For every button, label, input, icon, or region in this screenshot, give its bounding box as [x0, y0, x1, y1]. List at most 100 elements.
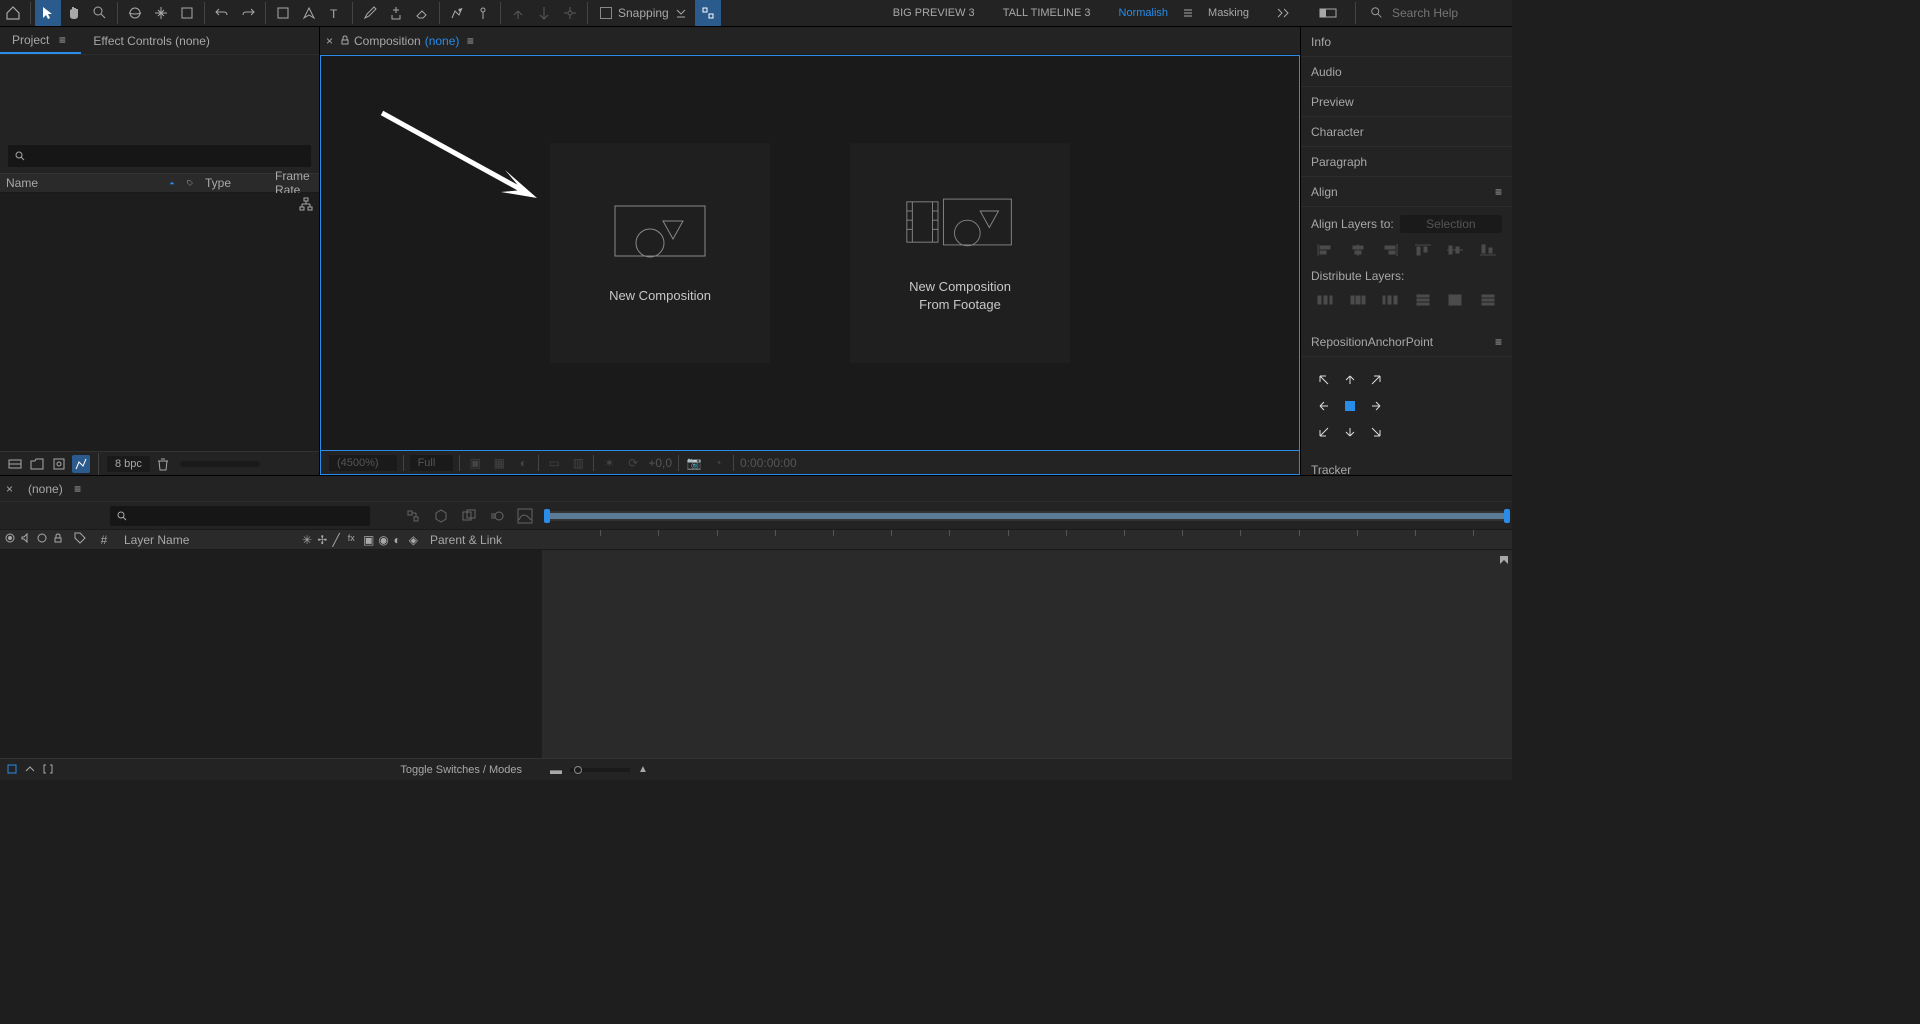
exposure-value[interactable]: +0,0	[648, 456, 672, 470]
bpc-button[interactable]: 8 bpc	[107, 456, 150, 472]
video-switch-icon[interactable]	[4, 532, 18, 547]
col-name[interactable]: Name	[0, 174, 163, 192]
menu-icon[interactable]: ≡	[71, 482, 85, 496]
col-framerate[interactable]: Frame Rate	[269, 174, 319, 192]
new-composition-button[interactable]: New Composition	[550, 143, 770, 363]
project-settings-icon[interactable]	[72, 455, 90, 473]
panel-audio[interactable]: Audio	[1301, 57, 1512, 87]
zoom-in-icon[interactable]: ▲	[638, 764, 648, 775]
zoom-out-icon[interactable]: ▬	[550, 763, 562, 777]
audio-switch-icon[interactable]	[20, 532, 34, 547]
redo-icon[interactable]	[235, 0, 261, 26]
puppet-pin-icon[interactable]	[470, 0, 496, 26]
anchor-b-icon[interactable]	[1337, 419, 1363, 445]
world-axis-icon[interactable]	[531, 0, 557, 26]
timecode-display[interactable]: 0:00:00:00	[740, 456, 797, 470]
menu-icon[interactable]	[1182, 7, 1194, 19]
align-bottom-icon[interactable]	[1474, 239, 1503, 261]
expand-icon[interactable]	[6, 763, 20, 777]
thumbnail-slider[interactable]	[180, 461, 260, 467]
transparency-grid-icon[interactable]: ▦	[490, 454, 508, 472]
project-bin[interactable]	[0, 193, 319, 451]
work-area-start-handle[interactable]	[544, 509, 550, 523]
view-layout-icon[interactable]: ▥	[569, 454, 587, 472]
anchor-l-icon[interactable]	[1311, 393, 1337, 419]
search-help-input[interactable]	[1392, 6, 1502, 20]
3d-layer-icon[interactable]: ◈	[409, 533, 422, 547]
show-snapshot-icon[interactable]: ◔	[709, 454, 727, 472]
adjustment-icon[interactable]: ◐	[394, 533, 407, 547]
new-folder-icon[interactable]	[28, 455, 46, 473]
anchor-bl-icon[interactable]	[1311, 419, 1337, 445]
motion-blur-col-icon[interactable]: ◉	[378, 533, 391, 547]
brackets-icon[interactable]	[42, 763, 56, 777]
menu-icon[interactable]: ≡	[463, 34, 477, 48]
workspace-tall-timeline[interactable]: TALL TIMELINE 3	[989, 0, 1105, 26]
zoom-tool-icon[interactable]	[87, 0, 113, 26]
panel-reposition-anchor[interactable]: RepositionAnchorPoint≡	[1301, 327, 1512, 357]
new-comp-icon[interactable]	[50, 455, 68, 473]
rectangle-tool-icon[interactable]	[174, 0, 200, 26]
roi-icon[interactable]: ▣	[466, 454, 484, 472]
distribute-left-icon[interactable]	[1311, 289, 1340, 311]
local-axis-icon[interactable]	[505, 0, 531, 26]
distribute-vcenter-icon[interactable]	[1441, 289, 1470, 311]
tag-icon[interactable]	[181, 174, 199, 192]
mask-icon[interactable]: ◐	[514, 454, 532, 472]
sort-icon[interactable]	[163, 174, 181, 192]
close-icon[interactable]: ×	[326, 34, 340, 48]
trash-icon[interactable]	[154, 455, 172, 473]
parent-link-column[interactable]: Parent & Link	[422, 533, 542, 547]
eraser-tool-icon[interactable]	[409, 0, 435, 26]
distribute-hcenter-icon[interactable]	[1344, 289, 1373, 311]
fast-preview-icon[interactable]: ⟳	[624, 454, 642, 472]
brush-tool-icon[interactable]	[357, 0, 383, 26]
panel-align[interactable]: Align≡	[1301, 177, 1512, 207]
layer-name-column[interactable]: Layer Name	[116, 533, 302, 547]
label-column-icon[interactable]	[74, 532, 88, 547]
menu-icon[interactable]: ≡	[55, 33, 69, 47]
align-target-dropdown[interactable]: Selection	[1400, 215, 1502, 233]
toggle-switch-icon[interactable]	[24, 763, 38, 777]
graph-editor-icon[interactable]	[514, 505, 536, 527]
anchor-r-icon[interactable]	[1363, 393, 1389, 419]
panel-preview[interactable]: Preview	[1301, 87, 1512, 117]
time-ruler[interactable]	[542, 530, 1512, 549]
quality-icon[interactable]: ╱	[333, 533, 346, 547]
pan-behind-icon[interactable]	[148, 0, 174, 26]
timeline-tab[interactable]: (none)	[20, 482, 71, 496]
undo-icon[interactable]	[209, 0, 235, 26]
home-icon[interactable]	[0, 0, 26, 26]
anchor-tr-icon[interactable]	[1363, 367, 1389, 393]
snapshot-icon[interactable]: 📷	[685, 454, 703, 472]
comp-mini-flowchart-icon[interactable]	[402, 505, 424, 527]
tab-project[interactable]: Project≡	[0, 27, 81, 54]
draft-3d-icon[interactable]	[430, 505, 452, 527]
resolution-dropdown[interactable]: Full	[410, 455, 454, 471]
pixel-aspect-icon[interactable]: ✶	[600, 454, 618, 472]
panel-tracker[interactable]: Tracker	[1301, 455, 1512, 475]
menu-icon[interactable]: ≡	[1495, 335, 1502, 349]
roto-brush-icon[interactable]	[444, 0, 470, 26]
solo-switch-icon[interactable]	[36, 532, 50, 547]
anchor-t-icon[interactable]	[1337, 367, 1363, 393]
align-hcenter-icon[interactable]	[1344, 239, 1373, 261]
flowchart-icon[interactable]	[299, 197, 313, 211]
comp-end-marker-icon[interactable]	[1498, 554, 1510, 566]
project-search[interactable]	[8, 145, 311, 167]
menu-icon[interactable]: ≡	[1495, 185, 1502, 199]
text-tool-icon[interactable]: T	[322, 0, 348, 26]
frame-blend-col-icon[interactable]: ▣	[363, 533, 376, 547]
collapse-icon[interactable]: ✢	[317, 533, 330, 547]
col-type[interactable]: Type	[199, 174, 269, 192]
fx-icon[interactable]: fx	[348, 533, 361, 547]
panel-info[interactable]: Info	[1301, 27, 1512, 57]
align-right-icon[interactable]	[1376, 239, 1405, 261]
frame-blend-icon[interactable]	[458, 505, 480, 527]
snapping-toggle[interactable]: Snapping	[592, 6, 695, 20]
comp-tab[interactable]: Composition (none) ≡	[354, 34, 477, 48]
hand-tool-icon[interactable]	[61, 0, 87, 26]
snap-to-bounds-icon[interactable]	[695, 0, 721, 26]
3d-view-icon[interactable]: ▭	[545, 454, 563, 472]
align-left-icon[interactable]	[1311, 239, 1340, 261]
